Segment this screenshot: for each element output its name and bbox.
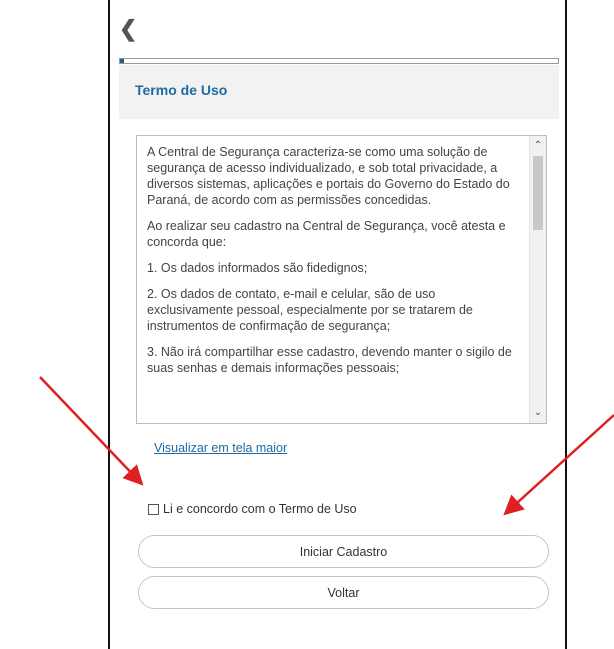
annotation-arrow-left	[39, 376, 144, 486]
annotation-arrow-right	[503, 414, 614, 516]
annotation-arrows	[39, 376, 614, 516]
